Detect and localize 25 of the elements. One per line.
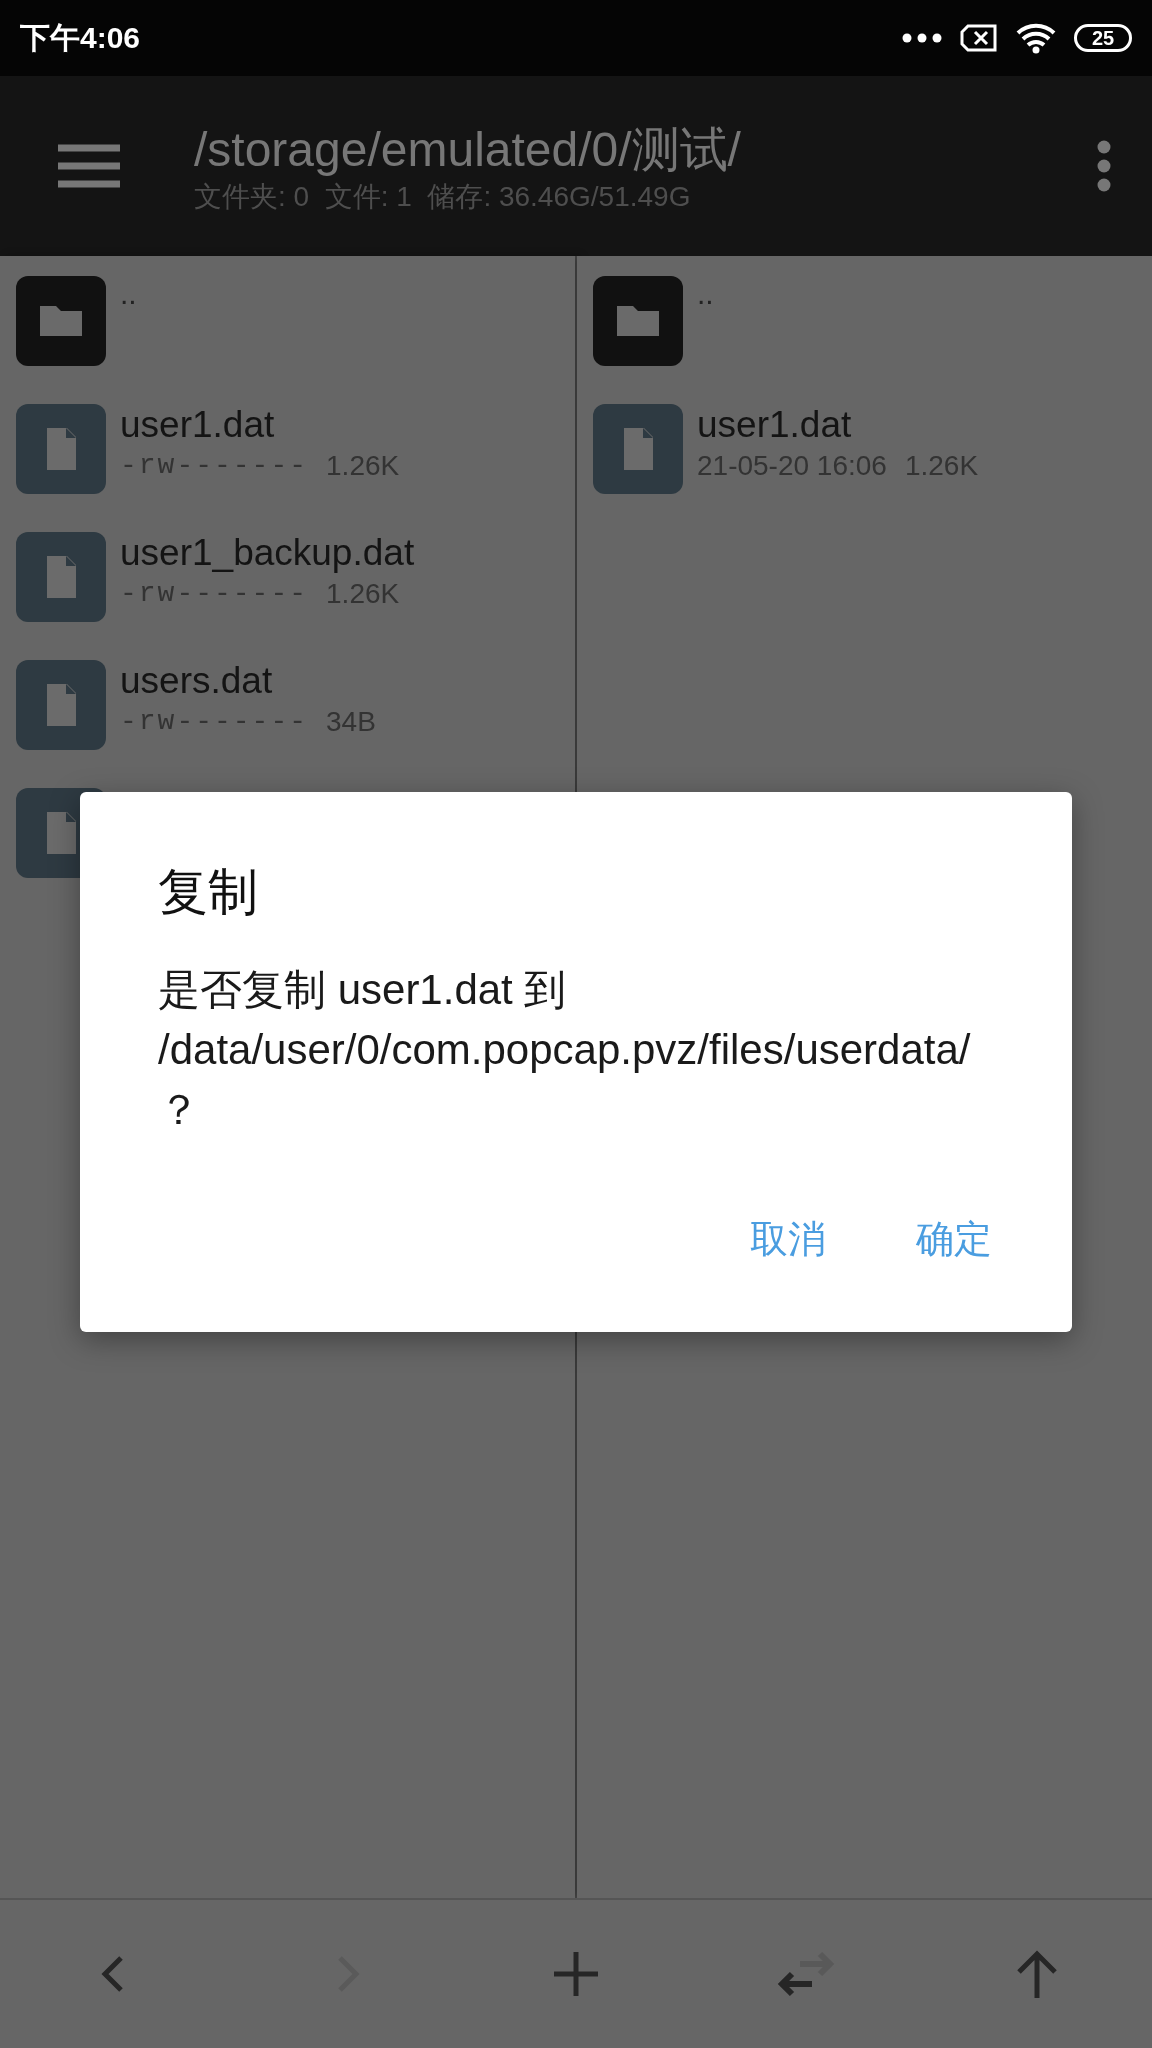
file-icon (16, 404, 106, 494)
file-icon (16, 532, 106, 622)
folder-icon (593, 276, 683, 366)
path-title: /storage/emulated/0/测试/ (194, 122, 742, 178)
menu-icon[interactable] (58, 144, 120, 188)
file-name: user1.dat (120, 403, 276, 447)
file-name: user1_backup.dat (120, 531, 415, 575)
dialog-message: 是否复制 user1.dat 到 /data/user/0/com.popcap.pvz/files/userdata/？ (158, 965, 972, 1135)
storage-info: 文件夹: 0 文件: 1 储存: 36.46G/51.49G (194, 180, 692, 214)
overflow-menu-icon[interactable] (1096, 140, 1112, 192)
file-icon (593, 404, 683, 494)
file-name: users.dat (120, 659, 274, 703)
file-name: user1.dat (697, 403, 853, 447)
folder-icon (16, 276, 106, 366)
file-name: .. (120, 276, 137, 312)
dialog-title: 复制 (158, 863, 259, 922)
file-name: .. (697, 276, 714, 312)
confirm-button[interactable]: 确定 (916, 1210, 992, 1269)
more-icon (902, 33, 942, 43)
no-sim-icon (960, 24, 998, 52)
cancel-button[interactable]: 取消 (750, 1210, 826, 1269)
file-icon (16, 660, 106, 750)
battery-indicator: 25 (1074, 24, 1132, 52)
wifi-icon (1016, 22, 1056, 54)
clock: 下午4:06 (20, 19, 142, 56)
